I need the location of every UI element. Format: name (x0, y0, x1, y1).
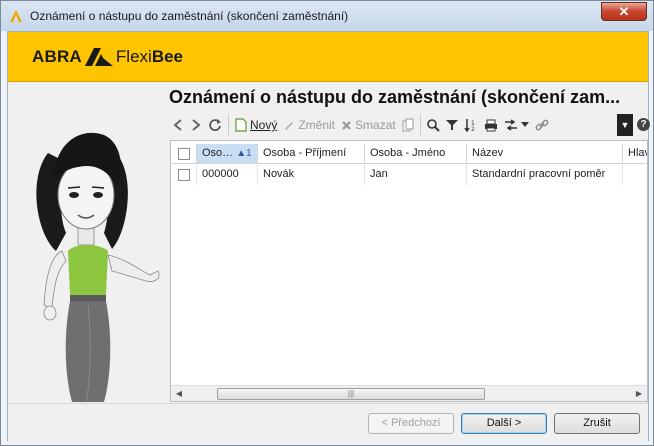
scrollbar-thumb[interactable]: ||| (217, 388, 485, 400)
delete-button-label: Smazat (355, 118, 396, 132)
column-header-name[interactable]: Název (467, 144, 623, 164)
delete-button[interactable]: Smazat (338, 114, 399, 136)
cell-main (623, 165, 647, 185)
pencil-icon (285, 122, 294, 130)
import-export-button[interactable] (501, 114, 532, 136)
window-title: Oznámení o nástupu do zaměstnání (skonče… (30, 9, 349, 23)
assistant-illustration (8, 83, 168, 403)
wizard-window: Oznámení o nástupu do zaměstnání (skonče… (0, 0, 654, 446)
row-check-cell (171, 165, 197, 185)
brand-banner: ABRA Flexi Bee (8, 32, 648, 82)
delete-x-icon (342, 120, 351, 130)
sort-button[interactable]: 12 (461, 114, 481, 136)
svg-text:2: 2 (471, 126, 475, 132)
flexibee-app-icon (10, 10, 22, 22)
link-icon (535, 119, 549, 131)
toolbar: Nový Změnit Smazat 12 ▼ ? (169, 112, 650, 138)
new-document-icon (235, 118, 247, 132)
records-grid: Oso… ▲1 Osoba - Příjmení Osoba - Jméno Ná… (170, 140, 648, 402)
toolbar-separator (419, 115, 421, 135)
transfer-arrows-icon (504, 119, 517, 131)
refresh-button[interactable] (205, 114, 225, 136)
search-button[interactable] (424, 114, 443, 136)
next-button[interactable]: Další > (461, 413, 547, 434)
copy-icon (402, 118, 414, 132)
chevron-right-icon (192, 119, 201, 131)
toolbar-separator (228, 115, 229, 135)
copy-button[interactable] (399, 114, 417, 136)
column-header-surname[interactable]: Osoba - Příjmení (258, 144, 365, 164)
scroll-left-arrow-icon[interactable]: ◀ (173, 388, 185, 400)
filter-icon (445, 120, 458, 130)
cell-first-name: Jan (365, 165, 467, 185)
edit-button-label: Změnit (298, 118, 336, 132)
help-icon[interactable]: ? (637, 118, 650, 131)
previous-button[interactable]: < Předchozí (368, 413, 454, 434)
logo-flexi-text: Flexi (115, 47, 152, 66)
grid-header-row: Oso… ▲1 Osoba - Příjmení Osoba - Jméno Ná… (171, 144, 647, 164)
select-all-cell (171, 144, 197, 164)
close-button[interactable]: ✕ (601, 2, 647, 21)
logo-abra-text: ABRA (32, 47, 82, 66)
sort-icon: 12 (464, 119, 475, 132)
link-button[interactable] (532, 114, 552, 136)
cell-person-code: 000000 (197, 165, 258, 185)
cancel-button[interactable]: Zrušit (554, 413, 640, 434)
forward-nav-button[interactable] (187, 114, 205, 136)
search-icon (426, 118, 440, 132)
print-button[interactable] (481, 114, 501, 136)
abra-logo-mark-icon (84, 48, 113, 66)
edit-button[interactable]: Změnit (280, 114, 338, 136)
abra-flexibee-logo: ABRA Flexi Bee (32, 47, 183, 67)
row-checkbox[interactable] (177, 169, 190, 181)
page-title: Oznámení o nástupu do zaměstnání (skonče… (169, 87, 621, 107)
assistant-woman-image (36, 132, 160, 403)
column-header-first-name[interactable]: Osoba - Jméno (365, 144, 467, 164)
printer-icon (484, 119, 497, 131)
new-button-label: Nový (250, 118, 278, 132)
caret-down-icon (520, 122, 529, 127)
column-header-person-code[interactable]: Oso… ▲1 (197, 144, 258, 164)
select-all-checkbox[interactable] (177, 147, 190, 160)
refresh-icon (209, 119, 221, 131)
table-row[interactable]: 000000 Novák Jan Standardní pracovní pom… (171, 165, 647, 185)
chevron-left-icon (173, 119, 182, 131)
toolbar-overflow-button[interactable]: ▼ (617, 114, 633, 136)
client-area: ABRA Flexi Bee Oznámení o nástupu do zam… (7, 31, 650, 441)
title-bar: Oznámení o nástupu do zaměstnání (skonče… (1, 1, 653, 31)
horizontal-scrollbar[interactable]: ◀ ||| ▶ (171, 385, 647, 401)
logo-bee-text: Bee (151, 47, 184, 66)
wizard-footer: < Předchozí Další > Zrušit (8, 403, 648, 441)
column-header-main[interactable]: Hlav (623, 144, 647, 164)
back-nav-button[interactable] (169, 114, 187, 136)
sort-ascending-icon: ▲1 (236, 148, 252, 159)
new-button[interactable]: Nový (232, 114, 280, 136)
filter-button[interactable] (443, 114, 461, 136)
scroll-right-arrow-icon[interactable]: ▶ (633, 388, 645, 400)
column-header-label: Oso… (202, 147, 234, 159)
cell-name: Standardní pracovní poměr (467, 165, 623, 185)
cell-surname: Novák (258, 165, 365, 185)
